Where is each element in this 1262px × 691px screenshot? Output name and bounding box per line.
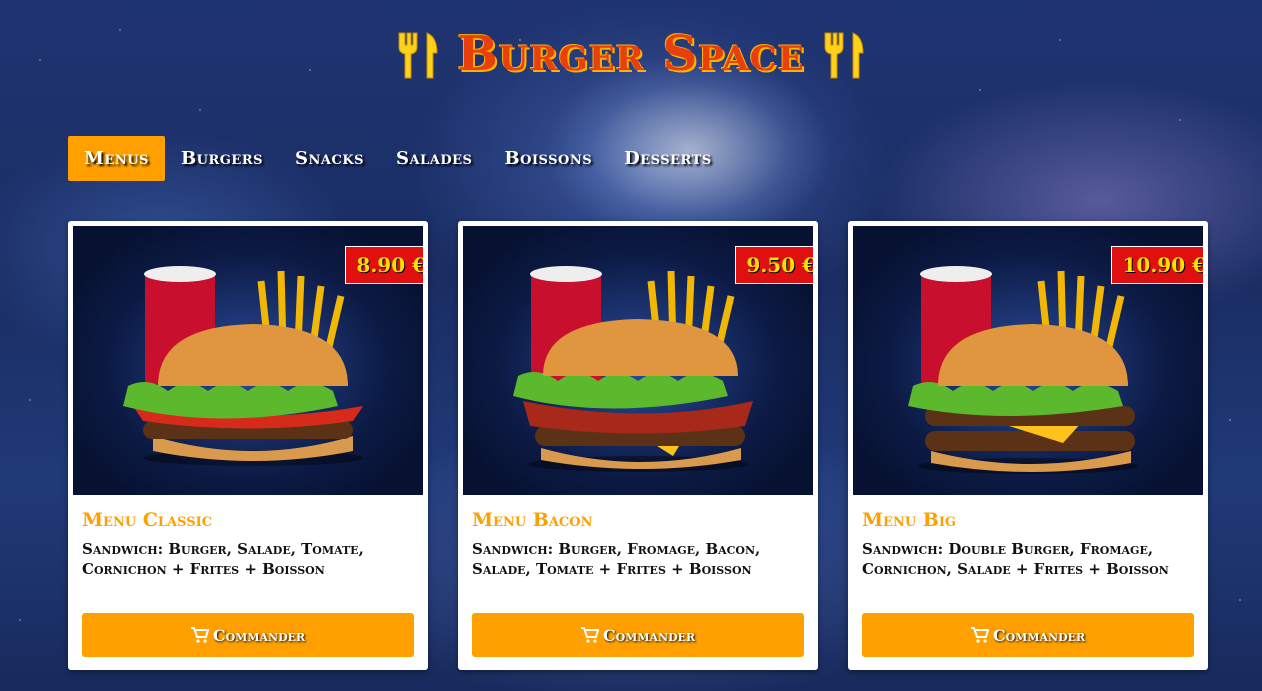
menu-classic-image: 8.90 € [73,226,423,495]
fork-knife-icon [824,32,864,79]
menu-card: 10.90 € Menu Big Sandwich: Double Burger… [848,221,1208,670]
tab-boissons[interactable]: Boissons [488,136,608,181]
menu-description: Sandwich: Burger, Salade, Tomate, Cornic… [82,540,364,578]
fork-knife-icon [398,32,438,79]
site-title: Burger Space [457,26,805,82]
tab-snacks[interactable]: Snacks [279,136,380,181]
category-nav: Menus Burgers Snacks Salades Boissons De… [68,136,728,181]
price-badge: 8.90 € [345,246,423,284]
tab-salades[interactable]: Salades [380,136,488,181]
order-button[interactable]: Commander [82,613,414,657]
menu-card-list: 8.90 € Menu Classic Sandwich: Burger, Sa… [68,221,1208,670]
cart-icon [970,627,989,643]
order-button[interactable]: Commander [472,613,804,657]
menu-title: Menu Classic [82,509,213,531]
menu-description: Sandwich: Double Burger, Fromage, Cornic… [862,540,1169,578]
tab-burgers[interactable]: Burgers [165,136,279,181]
menu-description: Sandwich: Burger, Fromage, Bacon, Salade… [472,540,761,578]
menu-card: 8.90 € Menu Classic Sandwich: Burger, Sa… [68,221,428,670]
menu-title: Menu Bacon [472,509,593,531]
tab-desserts[interactable]: Desserts [608,136,728,181]
order-button-label: Commander [992,625,1086,645]
order-button-label: Commander [212,625,306,645]
menu-title: Menu Big [862,509,957,531]
cart-icon [190,627,209,643]
order-button[interactable]: Commander [862,613,1194,657]
tab-menus[interactable]: Menus [68,136,165,181]
menu-big-image: 10.90 € [853,226,1203,495]
order-button-label: Commander [602,625,696,645]
cart-icon [580,627,599,643]
menu-card: 9.50 € Menu Bacon Sandwich: Burger, From… [458,221,818,670]
site-header: Burger Space [0,26,1262,82]
menu-bacon-image: 9.50 € [463,226,813,495]
price-badge: 10.90 € [1111,246,1203,284]
price-badge: 9.50 € [735,246,813,284]
